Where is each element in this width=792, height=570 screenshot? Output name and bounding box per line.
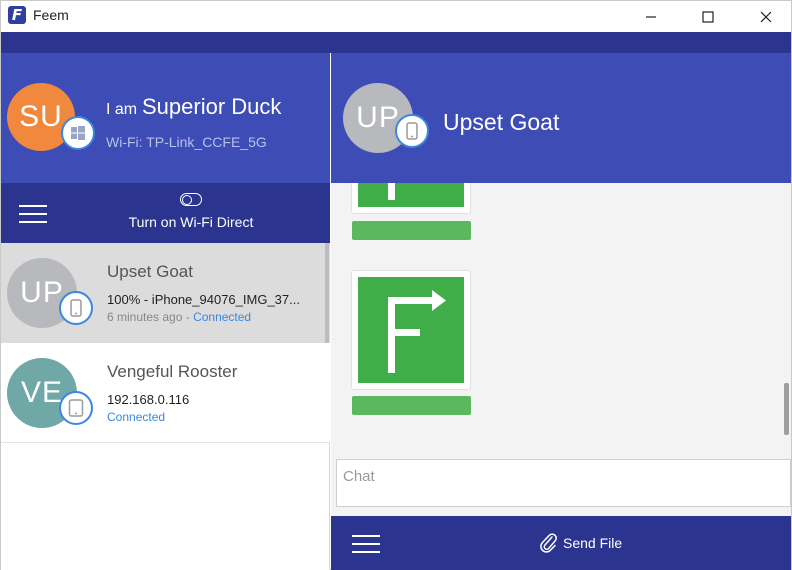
close-icon	[760, 11, 772, 22]
phone-icon	[395, 114, 429, 148]
peer-ip-address: 192.168.0.116	[107, 392, 190, 407]
phone-icon	[59, 291, 93, 325]
tablet-icon	[59, 391, 93, 425]
app-window: F Feem SU I am Superior Duck Wi-Fi: TP-L…	[0, 0, 792, 570]
send-file-button[interactable]: Send File	[539, 532, 622, 554]
chat-scrollbar[interactable]	[784, 383, 789, 435]
wifi-direct-toggle[interactable]: Turn on Wi-Fi Direct	[111, 193, 271, 230]
peer-list-item-vengeful-rooster[interactable]: VE Vengeful Rooster 192.168.0.116 Connec…	[1, 343, 330, 443]
toggle-icon	[180, 193, 202, 206]
maximize-icon	[702, 10, 714, 23]
chat-message-area[interactable]	[331, 183, 791, 455]
chat-input[interactable]	[336, 459, 791, 507]
file-thumbnail[interactable]	[351, 270, 471, 390]
my-device-name[interactable]: Superior Duck	[142, 94, 281, 120]
peer-list-item-upset-goat[interactable]: UP Upset Goat 100% - iPhone_94076_IMG_37…	[1, 243, 330, 343]
chat-input-area	[331, 455, 791, 517]
minimize-icon	[646, 15, 656, 18]
close-button[interactable]	[743, 1, 789, 32]
file-progress-bar	[352, 221, 471, 240]
app-logo-icon: F	[8, 6, 26, 24]
windows-icon	[61, 116, 95, 150]
peer-connection-status: Connected	[193, 310, 252, 324]
window-title: Feem	[33, 7, 69, 23]
peer-time-separator: -	[182, 310, 194, 324]
peer-connection-status: Connected	[107, 410, 166, 424]
wifi-network-label: Wi-Fi: TP-Link_CCFE_5G	[106, 134, 267, 150]
file-type-icon	[358, 183, 464, 207]
menu-icon[interactable]	[19, 203, 47, 225]
left-panel: SU I am Superior Duck Wi-Fi: TP-Link_CCF…	[1, 53, 330, 570]
title-bar: F Feem	[1, 1, 791, 32]
conversation-toolbar: Send File	[331, 516, 791, 570]
maximize-button[interactable]	[685, 1, 731, 32]
conversation-peer-name: Upset Goat	[443, 109, 560, 135]
conversation-header: UP Upset Goat	[331, 53, 791, 183]
top-band	[1, 32, 791, 53]
i-am-label: I am	[106, 101, 138, 118]
conversation-panel: UP Upset Goat Chat Send File	[331, 53, 791, 570]
menu-icon[interactable]	[352, 533, 380, 555]
peer-transfer-status: 100% - iPhone_94076_IMG_37...	[107, 292, 300, 307]
file-thumbnail[interactable]	[351, 183, 471, 214]
feem-file-icon	[358, 277, 464, 383]
peer-name: Vengeful Rooster	[107, 362, 238, 381]
peer-time-text: 6 minutes ago	[107, 310, 183, 324]
file-progress-bar	[352, 396, 471, 415]
wifi-direct-label: Turn on Wi-Fi Direct	[128, 214, 254, 230]
peer-last-seen: 6 minutes ago - Connected	[107, 310, 251, 324]
peer-list-scrollbar[interactable]	[325, 243, 329, 343]
left-toolbar: Turn on Wi-Fi Direct	[1, 183, 330, 243]
my-profile-header: SU I am Superior Duck Wi-Fi: TP-Link_CCF…	[1, 53, 330, 183]
paperclip-icon	[540, 533, 557, 553]
peer-last-seen: Connected	[107, 410, 165, 424]
peer-name: Upset Goat	[107, 262, 193, 281]
send-file-label: Send File	[563, 535, 623, 551]
minimize-button[interactable]	[628, 1, 674, 32]
